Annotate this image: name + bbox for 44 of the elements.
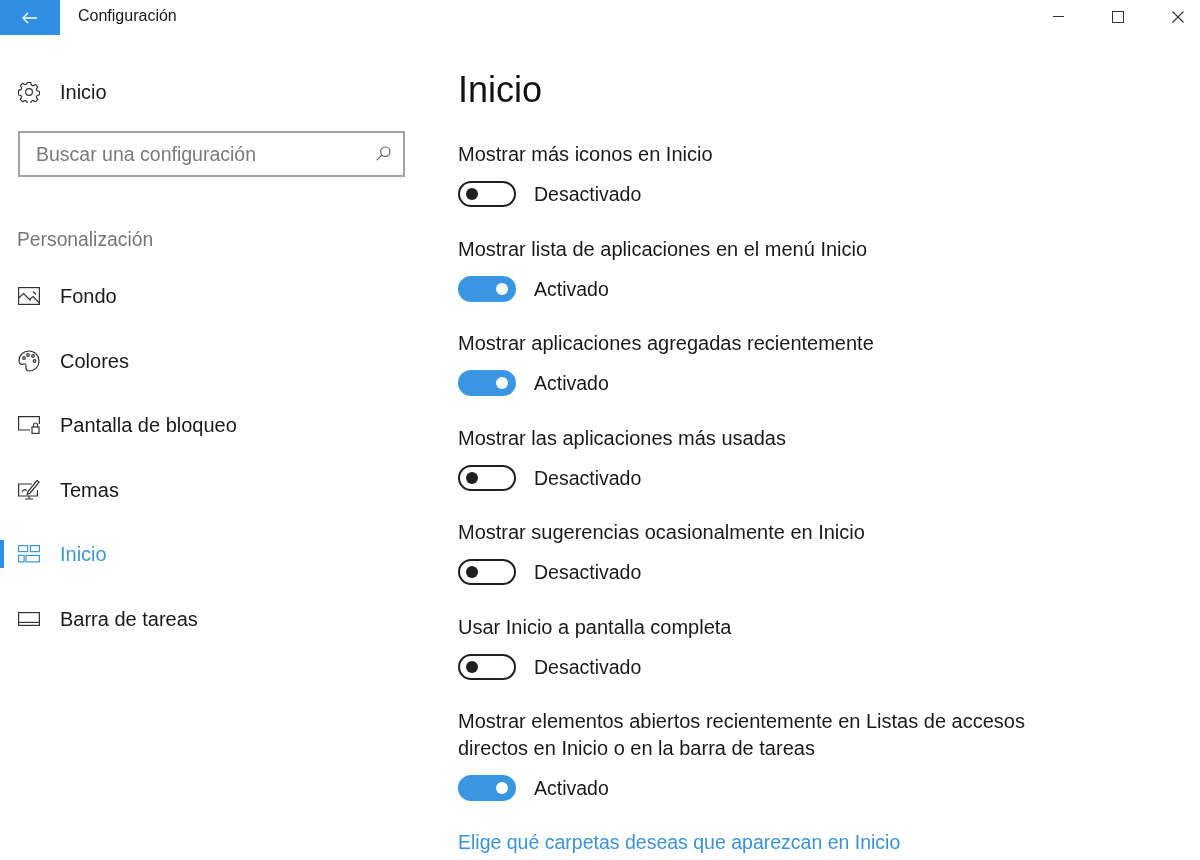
nav-item[interactable]: Colores — [0, 328, 458, 393]
maximize-icon — [1112, 10, 1124, 23]
setting-label: Mostrar lista de aplicaciones en el menú Inicio — [458, 236, 869, 262]
toggle-switch[interactable] — [458, 181, 516, 207]
home-nav-item[interactable]: Inicio — [0, 72, 458, 112]
close-icon — [1172, 10, 1184, 23]
search-field[interactable]: Buscar una configuración — [18, 131, 405, 177]
toggle-switch[interactable] — [458, 370, 516, 396]
page-heading: Inicio — [458, 68, 543, 112]
toggle-state-label: Desactivado — [534, 182, 642, 206]
toggle-switch[interactable] — [458, 559, 516, 585]
toggle-switch[interactable] — [458, 464, 516, 491]
search-icon — [376, 146, 391, 161]
section-heading: Personalización — [17, 228, 154, 252]
toggle-state-label: Desactivado — [534, 560, 642, 584]
minimize-icon — [1052, 16, 1064, 17]
palette-icon — [18, 349, 40, 372]
toggle-switch[interactable] — [458, 275, 516, 302]
tiles-icon — [18, 545, 40, 564]
setting-label: Usar Inicio a pantalla completa — [458, 614, 733, 640]
setting-label: Mostrar más iconos en Inicio — [458, 142, 714, 167]
window-title: Configuración — [78, 6, 177, 26]
setting-label: Mostrar aplicaciones agregadas recientemente — [458, 331, 875, 356]
toggle-state-label: Desactivado — [534, 465, 642, 490]
setting-label: Mostrar elementos abiertos recientemente en Listas de accesos directos en Inicio o en la barra de tareas — [458, 709, 1026, 761]
back-arrow-icon — [22, 11, 38, 24]
taskbar-icon — [18, 611, 40, 626]
toggle-state-label: Activado — [534, 371, 609, 395]
nav-item[interactable]: Fondo — [0, 264, 458, 329]
picture-icon — [18, 287, 40, 306]
setting-label: Mostrar las aplicaciones más usadas — [458, 425, 787, 451]
back-button[interactable] — [0, 0, 60, 35]
monitor-lock-icon — [18, 416, 40, 435]
nav-item[interactable]: Temas — [0, 457, 458, 522]
toggle-state-label: Desactivado — [534, 654, 642, 679]
toggle-switch[interactable] — [458, 775, 516, 801]
settings-icon — [18, 81, 40, 103]
nav-item[interactable]: Pantalla de bloqueo — [0, 393, 458, 458]
setting-label: Mostrar sugerencias ocasionalmente en Inicio — [458, 520, 866, 545]
toggle-switch[interactable] — [458, 653, 516, 680]
toggle-state-label: Activado — [534, 776, 609, 800]
nav-item[interactable]: Barra de tareas — [0, 586, 458, 651]
pen-monitor-icon — [18, 479, 40, 500]
toggle-state-label: Activado — [534, 276, 609, 301]
